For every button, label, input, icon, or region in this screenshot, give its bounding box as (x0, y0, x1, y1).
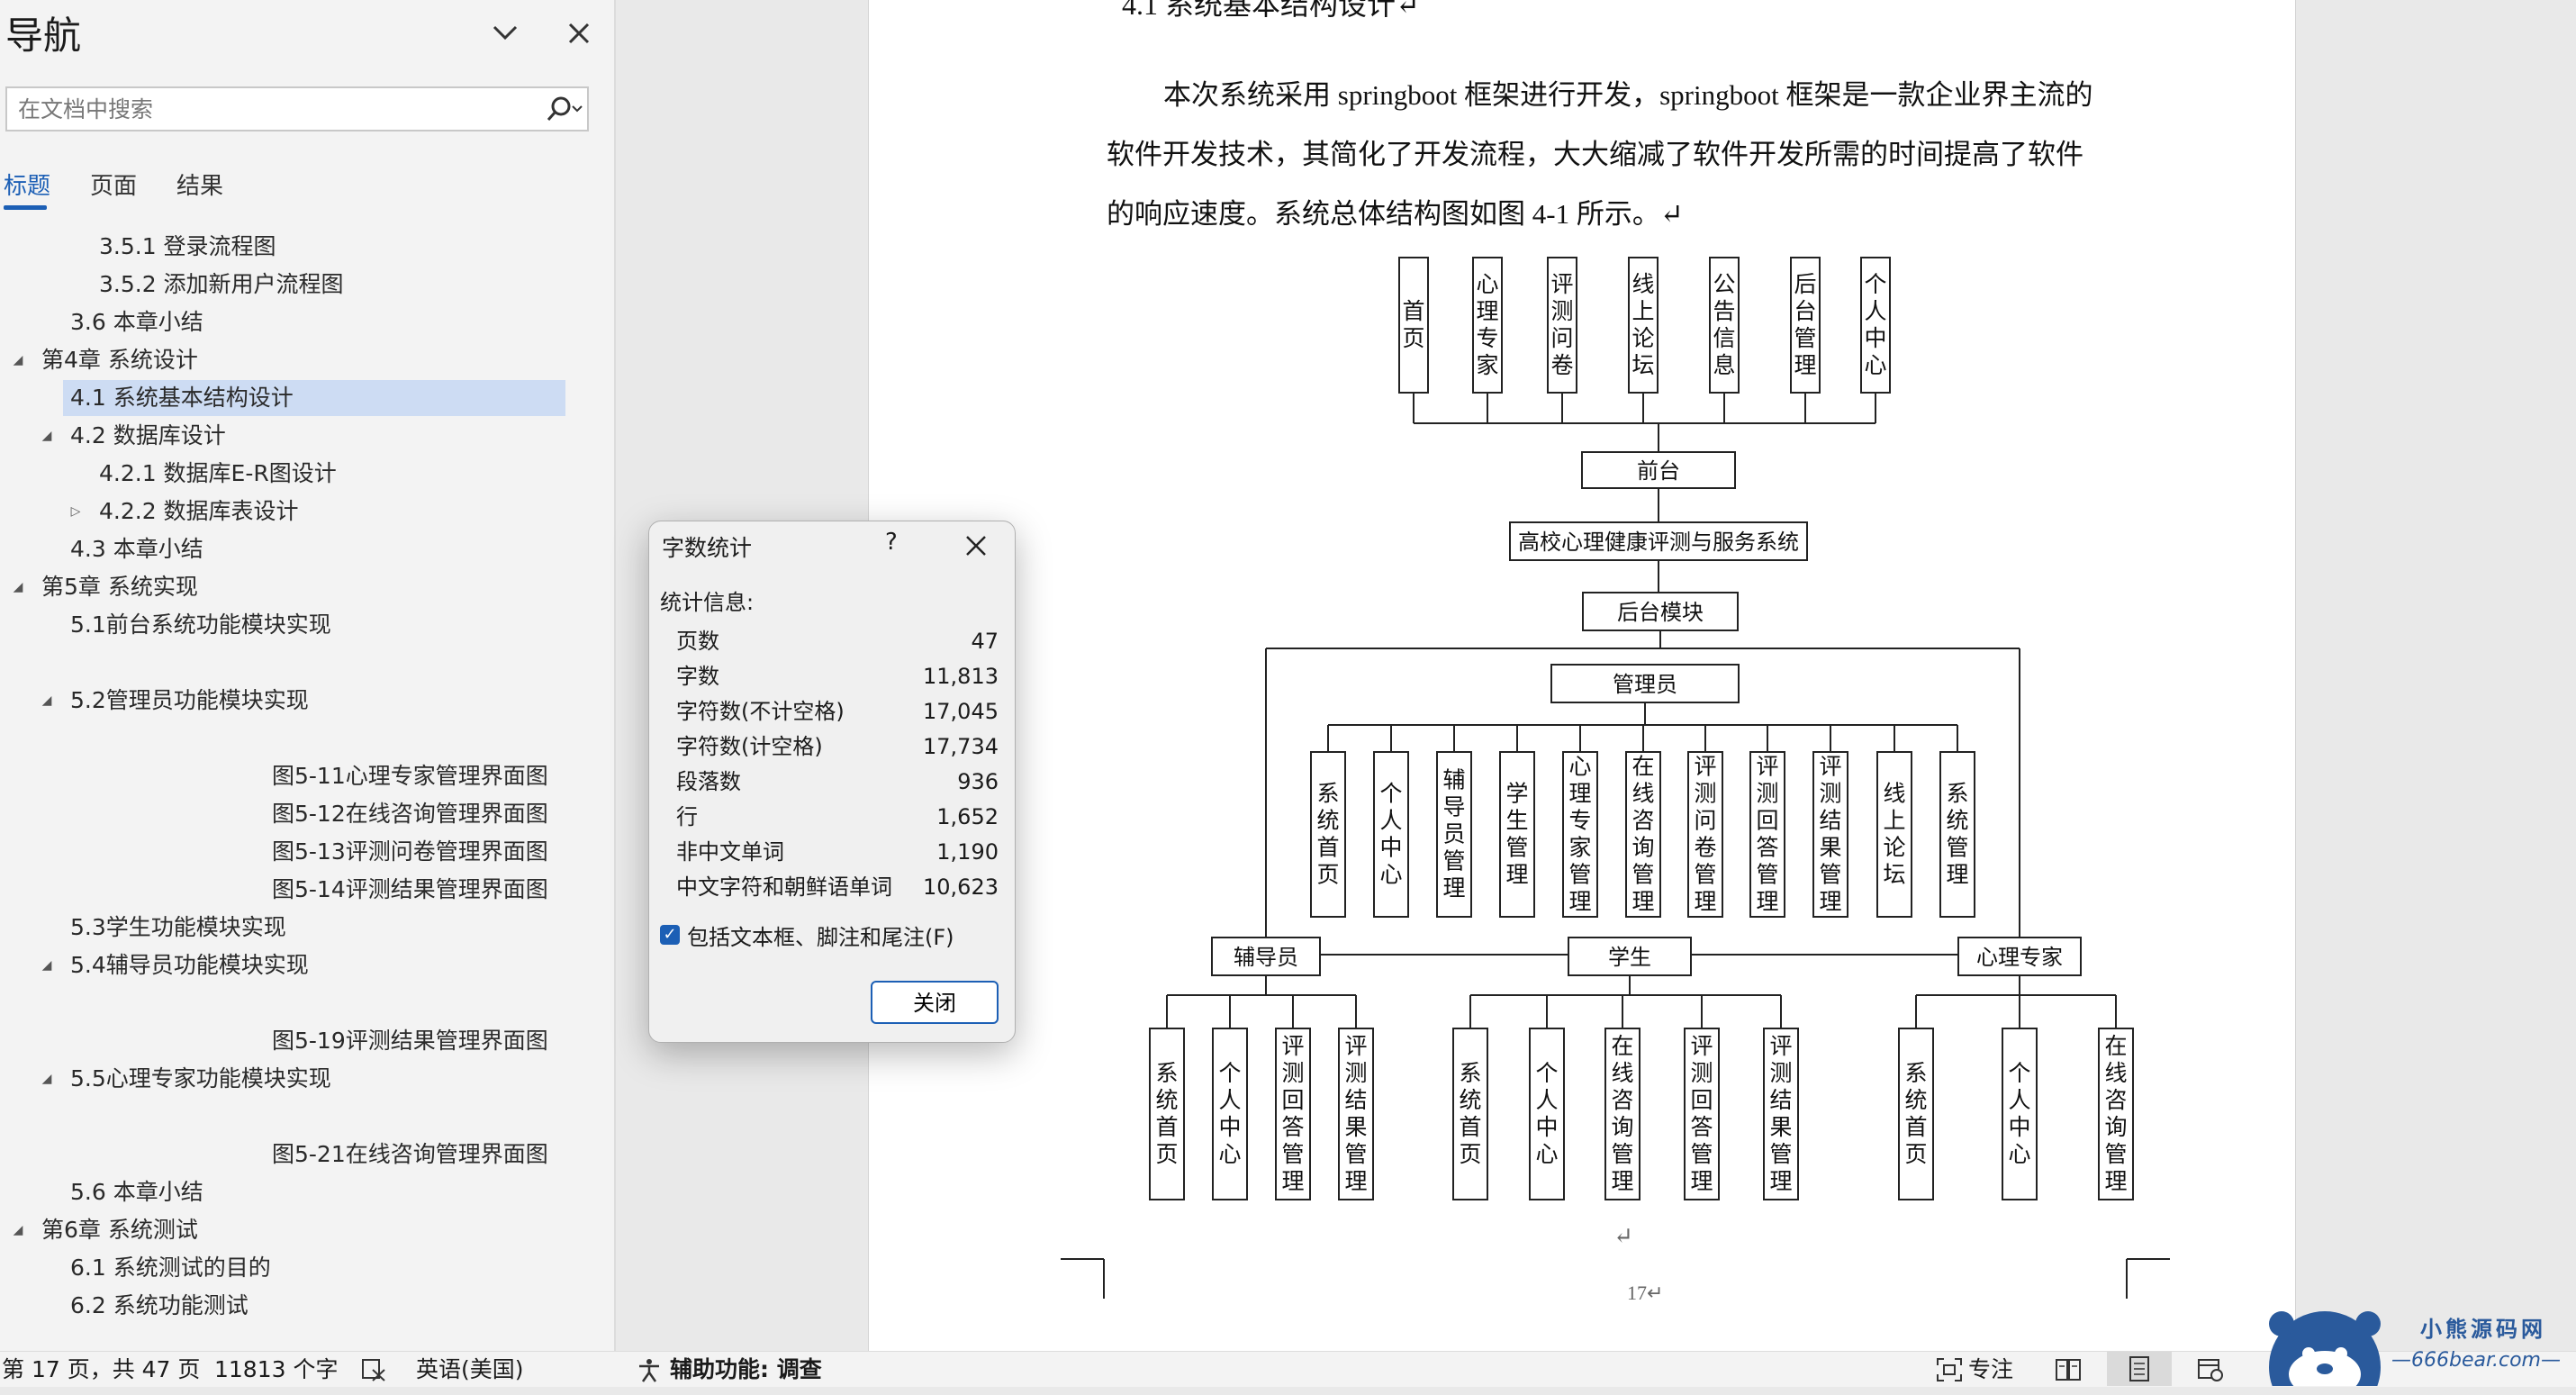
paragraph-line-1: 本次系统采用 springboot 框架进行开发，springboot 框架是一… (1163, 79, 2093, 111)
dialog-close-icon[interactable] (963, 532, 990, 559)
nav-heading-item[interactable]: 3.6 本章小结 (70, 304, 203, 340)
dialog-title: 字数统计 (662, 535, 753, 561)
collapse-arrow-icon[interactable]: ◢ (36, 1061, 58, 1097)
statistic-label: 段落数 (676, 769, 741, 794)
collapse-arrow-icon[interactable]: ◢ (36, 947, 58, 983)
statistic-row: 中文字符和朝鲜语单词 10,623 (676, 870, 999, 904)
statistic-label: 行 (676, 804, 698, 829)
nav-heading-item[interactable]: 6.1 系统测试的目的 (70, 1250, 271, 1286)
statistic-row: 页数 47 (676, 624, 999, 658)
focus-mode-button[interactable]: 专注 (1968, 1354, 2013, 1386)
close-button[interactable]: 关闭 (871, 981, 999, 1024)
nav-heading-item[interactable]: 图5-14评测结果管理界面图 (272, 872, 548, 908)
collapse-arrow-icon[interactable]: ◢ (7, 569, 29, 605)
statistic-value: 17,734 (923, 734, 999, 759)
search-icon[interactable] (542, 94, 583, 126)
active-tab-indicator (4, 205, 47, 210)
nav-heading-item[interactable]: 第6章 系统测试 (41, 1212, 198, 1248)
statistic-label: 中文字符和朝鲜语单词 (676, 874, 892, 900)
nav-heading-item[interactable]: 3.5.2 添加新用户流程图 (99, 267, 344, 303)
section-heading: 4.1 系统基本结构设计↵ (1122, 0, 1420, 21)
nav-title: 导航 (5, 14, 82, 58)
dialog-subtitle: 统计信息: (660, 590, 755, 615)
nav-heading-item[interactable]: 图5-13评测问卷管理界面图 (272, 834, 548, 870)
word-count-status[interactable]: 11813 个字 (214, 1354, 338, 1386)
page-count-status[interactable]: 第 17 页，共 47 页 (2, 1354, 200, 1386)
collapse-arrow-icon[interactable]: ◢ (7, 342, 29, 378)
nav-heading-item[interactable]: 4.2 数据库设计 (70, 418, 226, 454)
statistic-row: 段落数 936 (676, 765, 999, 799)
statistic-value: 17,045 (923, 699, 999, 724)
print-layout-icon[interactable] (2107, 1352, 2172, 1386)
nav-heading-item[interactable]: 5.3学生功能模块实现 (70, 910, 286, 946)
statistic-value: 47 (971, 629, 999, 654)
read-mode-icon[interactable] (2055, 1357, 2082, 1391)
statistic-value: 10,623 (923, 874, 999, 900)
accessibility-icon[interactable] (636, 1357, 663, 1391)
nav-heading-item[interactable]: 第4章 系统设计 (41, 342, 198, 378)
proofing-icon[interactable] (360, 1357, 387, 1391)
nav-heading-item[interactable]: 4.3 本章小结 (70, 531, 203, 567)
nav-heading-item[interactable]: 5.5心理专家功能模块实现 (70, 1061, 331, 1097)
chevron-down-icon[interactable] (486, 14, 524, 52)
statistic-row: 行 1,652 (676, 800, 999, 834)
paragraph-mark: ↵ (1613, 1223, 1633, 1249)
web-layout-icon[interactable] (2197, 1357, 2224, 1391)
statistic-value: 1,190 (936, 839, 999, 865)
heading-tree: 3.5.1 登录流程图 3.5.2 添加新用户流程图 3.6 本章小结 ◢ 第4章 系统… (0, 216, 612, 1342)
nav-heading-item[interactable]: 5.6 本章小结 (70, 1174, 203, 1210)
watermark-url: —666bear.com— (2391, 1349, 2561, 1372)
nav-heading-item[interactable]: 4.2.2 数据库表设计 (99, 494, 299, 530)
nav-heading-item[interactable]: 图5-19评测结果管理界面图 (272, 1023, 548, 1059)
include-footnotes-checkbox[interactable]: ✓ (660, 925, 680, 945)
statistic-label: 页数 (676, 629, 719, 654)
statistic-label: 字符数(不计空格) (676, 699, 845, 724)
statistic-value: 11,813 (923, 664, 999, 689)
status-bar: 第 17 页，共 47 页 11813 个字 英语(美国) 辅助功能: 调查 专… (0, 1351, 2576, 1387)
nav-heading-item[interactable]: 5.2管理员功能模块实现 (70, 683, 309, 719)
tab-headings[interactable]: 标题 (4, 168, 50, 201)
statistic-value: 936 (957, 769, 999, 794)
search-box (5, 86, 589, 131)
statistic-row: 非中文单词 1,190 (676, 835, 999, 869)
tab-results[interactable]: 结果 (176, 168, 223, 201)
expand-arrow-icon[interactable]: ▷ (65, 494, 86, 530)
nav-heading-item[interactable]: 5.4辅导员功能模块实现 (70, 947, 309, 983)
statistic-row: 字数 11,813 (676, 659, 999, 693)
statistic-label: 字符数(计空格) (676, 734, 823, 759)
accessibility-status[interactable]: 辅助功能: 调查 (670, 1354, 822, 1386)
statistic-row: 字符数(不计空格) 17,045 (676, 694, 999, 729)
help-button[interactable]: ? (885, 529, 898, 556)
statistic-label: 字数 (676, 664, 719, 689)
nav-heading-item[interactable]: 第5章 系统实现 (41, 569, 198, 605)
nav-heading-item[interactable]: 图5-21在线咨询管理界面图 (272, 1137, 548, 1173)
nav-heading-item[interactable]: 图5-11心理专家管理界面图 (272, 758, 548, 794)
nav-heading-item[interactable]: 4.1 系统基本结构设计 (70, 380, 294, 416)
nav-heading-item[interactable]: 6.2 系统功能测试 (70, 1288, 249, 1324)
tab-pages[interactable]: 页面 (90, 168, 137, 201)
collapse-arrow-icon[interactable]: ◢ (36, 683, 58, 719)
nav-heading-item[interactable]: 3.5.1 登录流程图 (99, 229, 276, 265)
checkbox-label: 包括文本框、脚注和尾注(F) (687, 925, 954, 950)
statistic-label: 非中文单词 (676, 839, 784, 865)
collapse-arrow-icon[interactable]: ◢ (7, 1212, 29, 1248)
nav-heading-item[interactable]: 4.2.1 数据库E-R图设计 (99, 456, 337, 492)
focus-icon[interactable] (1936, 1357, 1963, 1391)
language-status[interactable]: 英语(美国) (416, 1354, 524, 1386)
statistic-value: 1,652 (936, 804, 999, 829)
search-input[interactable] (7, 88, 511, 130)
navigation-pane: 导航 标题 页面 结果 3.5.1 登录流程图3.5.2 添加新用户流程图3.6… (0, 0, 616, 1351)
site-watermark: 小熊源码网 —666bear.com— (2262, 1304, 2576, 1386)
page-number: 17↵ (1627, 1282, 1664, 1304)
paragraph-line-3: 的响应速度。系统总体结构图如图 4-1 所示。↵ (1107, 198, 1684, 230)
statistic-row: 字符数(计空格) 17,734 (676, 729, 999, 764)
watermark-name: 小熊源码网 (2420, 1317, 2546, 1342)
word-count-dialog: 字数统计 ? 统计信息: 页数 47 字数 11,813 字符数(不计空格) 17,045… (648, 521, 1016, 1043)
nav-heading-item[interactable]: 5.1前台系统功能模块实现 (70, 607, 331, 643)
close-icon[interactable] (560, 14, 598, 52)
paragraph-line-2: 软件开发技术，其简化了开发流程，大大缩减了软件开发所需的时间提高了软件 (1107, 139, 2083, 170)
nav-heading-item[interactable]: 图5-12在线咨询管理界面图 (272, 796, 548, 832)
collapse-arrow-icon[interactable]: ◢ (36, 418, 58, 454)
